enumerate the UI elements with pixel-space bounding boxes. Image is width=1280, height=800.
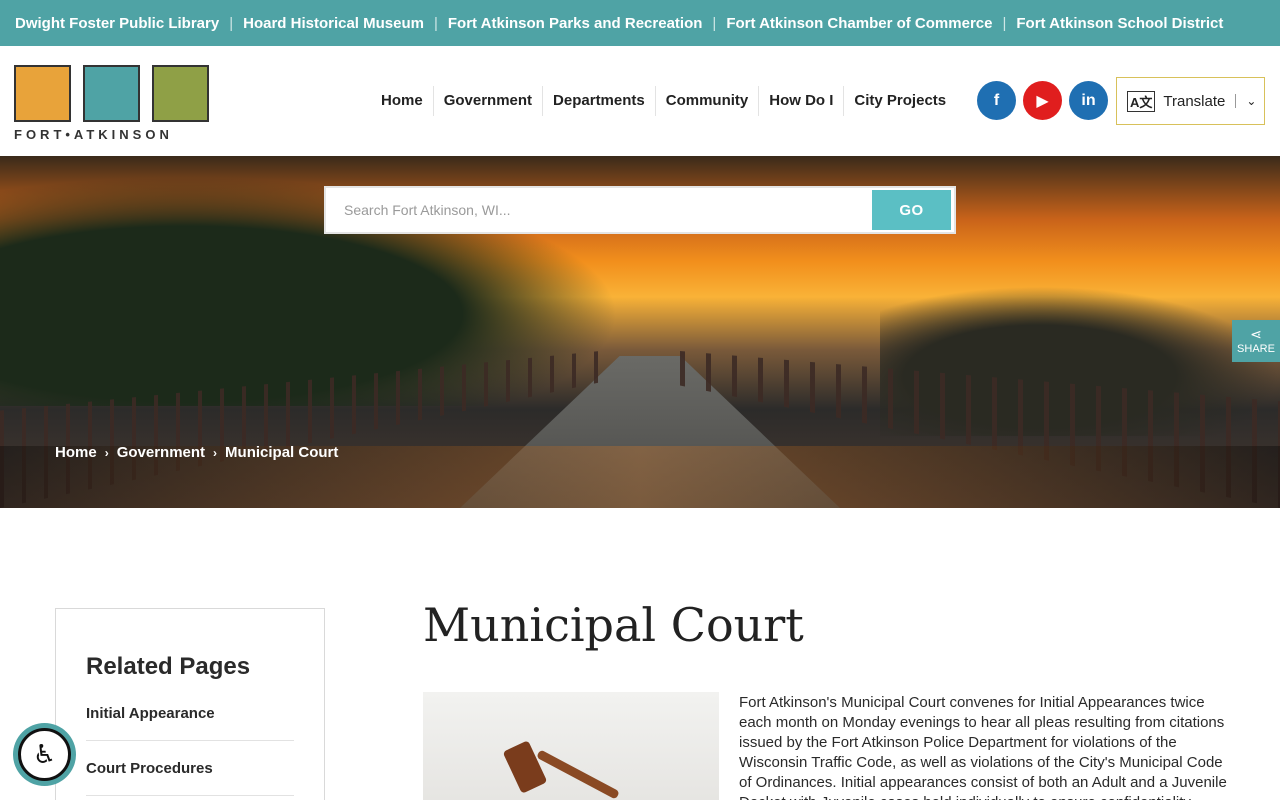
logo-building-icon bbox=[14, 65, 71, 122]
logo-wordmark: FORT•ATKINSON bbox=[14, 127, 173, 142]
gavel-image bbox=[423, 692, 719, 800]
site-search: GO bbox=[324, 186, 956, 234]
site-logo[interactable]: FORT•ATKINSON bbox=[14, 65, 214, 143]
separator: | bbox=[229, 14, 234, 32]
separator: | bbox=[712, 14, 717, 32]
chevron-down-icon: ⌄ bbox=[1246, 94, 1257, 108]
link-school-district[interactable]: Fort Atkinson School District bbox=[1016, 15, 1223, 32]
search-input[interactable] bbox=[326, 188, 872, 232]
utility-bar: Dwight Foster Public Library | Hoard His… bbox=[0, 0, 1280, 46]
nav-city-projects[interactable]: City Projects bbox=[844, 86, 956, 116]
breadcrumb-current: Municipal Court bbox=[225, 444, 339, 461]
court-description: Fort Atkinson's Municipal Court convenes… bbox=[739, 694, 1227, 800]
related-link-court-procedures[interactable]: Court Procedures bbox=[86, 760, 294, 796]
youtube-icon[interactable]: ▶ bbox=[1023, 81, 1062, 120]
site-header: FORT•ATKINSON Home Government Department… bbox=[0, 46, 1280, 156]
logo-tree-icon bbox=[152, 65, 209, 122]
chevron-right-icon: › bbox=[213, 445, 218, 460]
separator: | bbox=[1002, 14, 1007, 32]
translate-icon: A文 bbox=[1127, 90, 1156, 112]
share-button[interactable]: ⋖ SHARE bbox=[1232, 320, 1280, 362]
page-title: Municipal Court bbox=[423, 598, 804, 652]
logo-bridge-icon bbox=[83, 65, 140, 122]
related-pages-title: Related Pages bbox=[86, 653, 251, 680]
gavel-handle-shape bbox=[536, 749, 620, 800]
related-link-initial-appearance[interactable]: Initial Appearance bbox=[86, 705, 294, 741]
link-chamber-of-commerce[interactable]: Fort Atkinson Chamber of Commerce bbox=[726, 15, 992, 32]
nav-community[interactable]: Community bbox=[656, 86, 760, 116]
accessibility-icon: ♿ bbox=[18, 728, 71, 781]
link-dwight-foster-library[interactable]: Dwight Foster Public Library bbox=[15, 15, 219, 32]
search-go-button[interactable]: GO bbox=[872, 190, 951, 230]
translate-dropdown[interactable]: A文 Translate ⌄ bbox=[1116, 77, 1265, 125]
nav-government[interactable]: Government bbox=[434, 86, 544, 116]
nav-departments[interactable]: Departments bbox=[543, 86, 656, 116]
main-nav: Home Government Departments Community Ho… bbox=[371, 86, 956, 116]
nav-home[interactable]: Home bbox=[371, 86, 434, 116]
share-icon: ⋖ bbox=[1250, 326, 1262, 342]
gavel-head-shape bbox=[502, 740, 548, 794]
breadcrumb: Home › Government › Municipal Court bbox=[55, 444, 338, 461]
link-hoard-museum[interactable]: Hoard Historical Museum bbox=[243, 15, 424, 32]
link-parks-recreation[interactable]: Fort Atkinson Parks and Recreation bbox=[448, 15, 703, 32]
share-label: SHARE bbox=[1237, 343, 1275, 355]
breadcrumb-government[interactable]: Government bbox=[117, 444, 205, 461]
linkedin-icon[interactable]: in bbox=[1069, 81, 1108, 120]
accessibility-button[interactable]: ♿ bbox=[13, 723, 76, 786]
related-pages-panel: Related Pages Initial Appearance Court P… bbox=[55, 608, 325, 800]
separator: | bbox=[433, 14, 438, 32]
chevron-right-icon: › bbox=[104, 445, 109, 460]
breadcrumb-home[interactable]: Home bbox=[55, 444, 97, 461]
translate-label: Translate bbox=[1163, 92, 1226, 110]
translate-divider bbox=[1235, 94, 1237, 108]
nav-how-do-i[interactable]: How Do I bbox=[759, 86, 845, 116]
facebook-icon[interactable]: f bbox=[977, 81, 1016, 120]
